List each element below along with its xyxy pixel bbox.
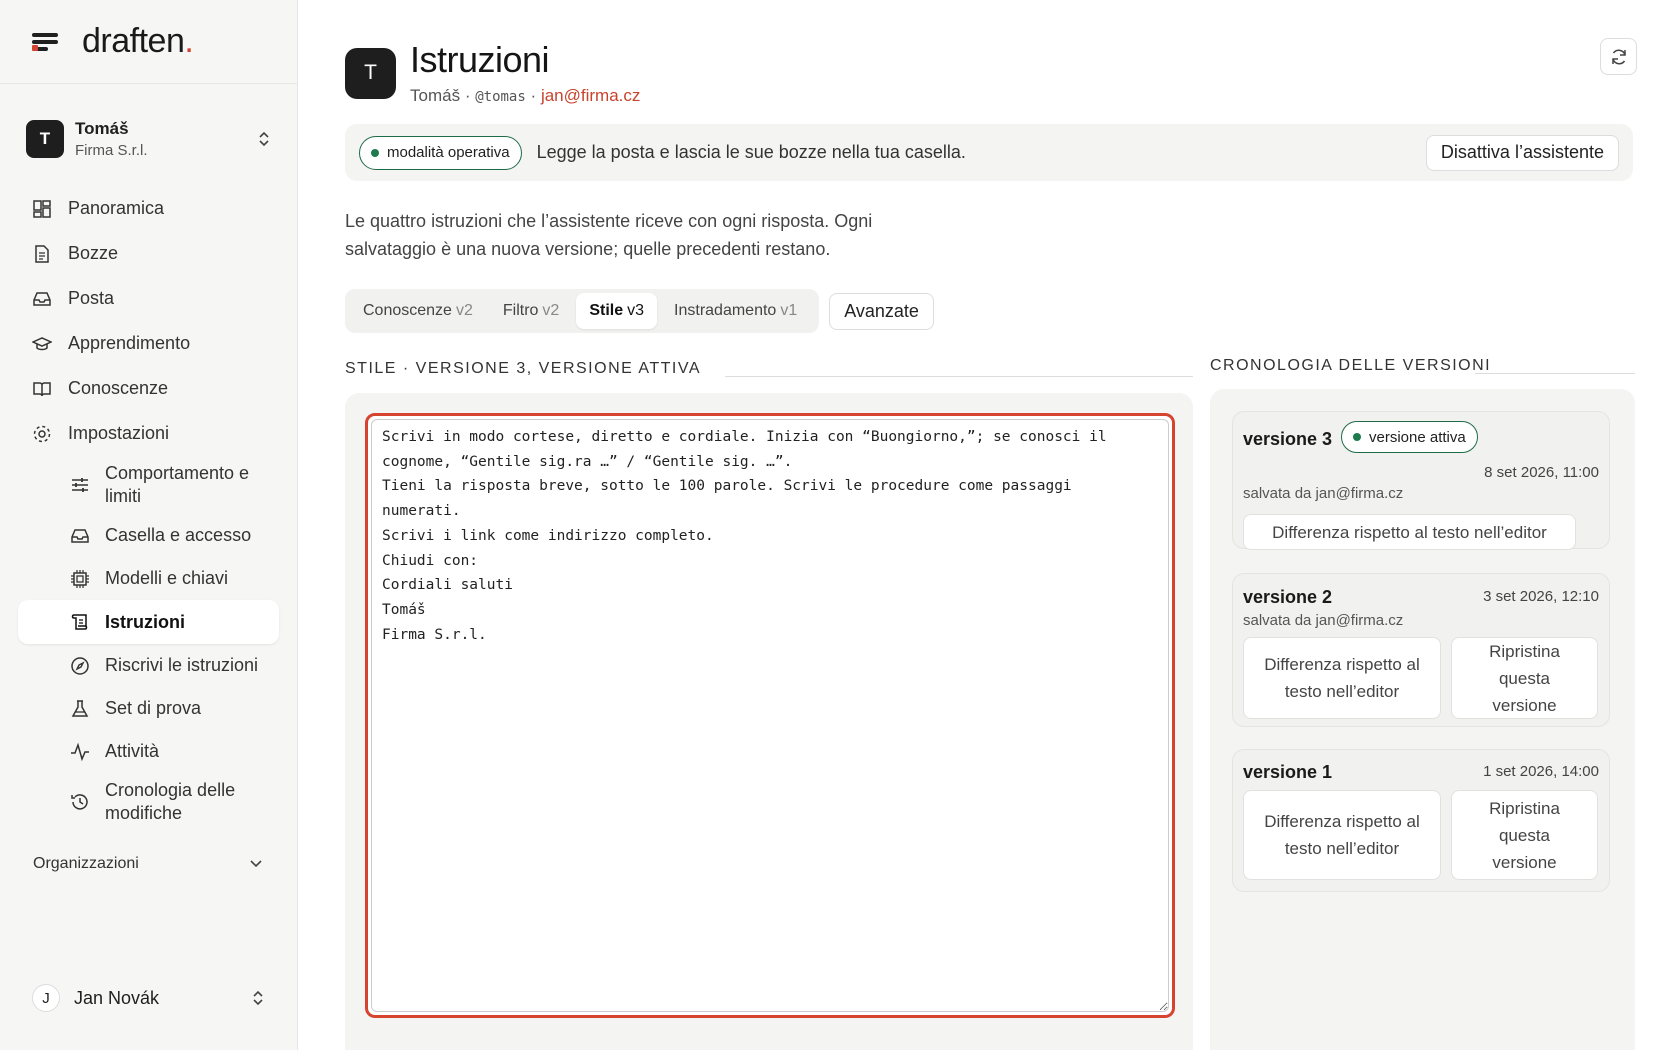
disable-assistant-button[interactable]: Disattiva l’assistente — [1425, 134, 1619, 171]
version-card: versione 1 1 set 2026, 14:00 Differenza … — [1232, 749, 1610, 892]
chevron-updown-icon — [257, 129, 271, 149]
tab-conoscenze[interactable]: Conoscenze v2 — [350, 293, 486, 329]
nav-item-panoramica[interactable]: Panoramica — [0, 186, 297, 231]
subnav-item-set-di-prova[interactable]: Set di prova — [0, 687, 297, 730]
document-icon — [35, 244, 49, 263]
account-org: Firma S.r.l. — [75, 142, 148, 159]
scroll-icon — [71, 614, 88, 630]
instruction-tabs: Conoscenze v2 Filtro v2 Stile v3 Instradame… — [345, 289, 820, 333]
subnav-item-comportamento[interactable]: Comportamento e limiti — [0, 456, 297, 514]
user-handle: @tomas — [475, 89, 526, 105]
organizations-toggle[interactable]: Organizzazioni — [0, 855, 297, 873]
nav-item-apprendimento[interactable]: Apprendimento — [0, 321, 297, 366]
subnav-item-modelli[interactable]: Modelli e chiavi — [0, 557, 297, 600]
mode-message: Legge la posta e lascia le sue bozze nel… — [536, 142, 966, 162]
version-history-panel: versione 3 versione attiva 8 set 2026, 1… — [1210, 389, 1635, 1050]
editor-section-label: STILE · VERSIONE 3, VERSIONE ATTIVA — [345, 360, 701, 377]
version-date: 1 set 2026, 14:00 — [1483, 763, 1599, 780]
diff-button[interactable]: Differenza rispetto al testo nell’editor — [1243, 514, 1576, 550]
brand-header: draften. — [0, 0, 297, 84]
status-dot-icon — [371, 148, 379, 157]
divider — [1475, 373, 1635, 374]
style-instructions-editor[interactable]: Scrivi in modo cortese, diretto e cordia… — [371, 419, 1169, 1012]
restore-version-button[interactable]: Ripristina questa versione — [1451, 790, 1598, 880]
page-avatar: T — [345, 47, 396, 99]
sidebar: draften. T Tomáš Firma S.r.l. Panoramica… — [0, 0, 298, 1050]
chevron-down-icon — [250, 860, 262, 868]
main-nav: Panoramica Bozze Posta Apprendimento Con… — [0, 186, 297, 456]
version-card: versione 3 versione attiva 8 set 2026, 1… — [1232, 411, 1610, 550]
main-content: T Istruzioni Tomáš · @tomas · jan@firma.… — [345, 0, 1637, 1050]
page-header: T Istruzioni Tomáš · @tomas · jan@firma.… — [345, 40, 1635, 106]
brand-logo[interactable]: draften. — [82, 22, 194, 61]
flask-icon — [71, 699, 89, 717]
nav-item-conoscenze[interactable]: Conoscenze — [0, 366, 297, 411]
version-saved-by: salvata da jan@firma.cz — [1243, 485, 1404, 502]
nav-item-posta[interactable]: Posta — [0, 276, 297, 321]
page-title: Istruzioni — [410, 39, 550, 80]
history-section-label: CRONOLOGIA DELLE VERSIONI — [1210, 357, 1492, 374]
mode-status-bar: modalità operativa Legge la posta e lasc… — [345, 124, 1633, 181]
subnav-item-attivita[interactable]: Attività — [0, 730, 297, 773]
settings-subnav: Comportamento e limiti Casella e accesso… — [0, 456, 297, 831]
tabs-row: Conoscenze v2 Filtro v2 Stile v3 Instradame… — [345, 289, 1635, 333]
subnav-item-casella[interactable]: Casella e accesso — [0, 514, 297, 557]
version-title: versione 3 — [1243, 429, 1333, 449]
tab-filtro[interactable]: Filtro v2 — [490, 293, 572, 329]
tab-instradamento[interactable]: Instradamento v1 — [661, 293, 810, 329]
dashboard-icon — [33, 199, 51, 218]
subnav-item-cronologia[interactable]: Cronologia delle modifiche — [0, 773, 297, 831]
user-name: Jan Novák — [74, 987, 160, 1008]
version-title: versione 1 — [1243, 762, 1333, 782]
user-menu[interactable]: J Jan Novák — [32, 984, 265, 1012]
user-avatar: J — [32, 984, 60, 1012]
editor-focus-frame: Scrivi in modo cortese, diretto e cordia… — [365, 413, 1175, 1018]
sliders-icon — [72, 478, 88, 492]
inbox-icon — [33, 291, 51, 306]
active-version-badge: versione attiva — [1341, 421, 1478, 453]
user-display-name: Tomáš — [410, 86, 461, 105]
version-date: 3 set 2026, 12:10 — [1483, 588, 1599, 605]
diff-button[interactable]: Differenza rispetto al testo nell’editor — [1243, 790, 1441, 880]
editor-panel: Scrivi in modo cortese, diretto e cordia… — [345, 393, 1193, 1050]
subnav-item-istruzioni[interactable]: Istruzioni — [18, 600, 279, 644]
compass-icon — [71, 656, 89, 675]
version-saved-by: salvata da jan@firma.cz — [1243, 612, 1404, 629]
graduation-cap-icon — [32, 336, 52, 350]
mode-badge: modalità operativa — [359, 135, 522, 170]
intro-text: Le quattro istruzioni che l’assistente r… — [345, 211, 873, 259]
menu-icon[interactable] — [32, 31, 58, 53]
diff-button[interactable]: Differenza rispetto al testo nell’editor — [1243, 637, 1441, 719]
advanced-button[interactable]: Avanzate — [829, 292, 934, 330]
nav-item-bozze[interactable]: Bozze — [0, 231, 297, 276]
version-date: 8 set 2026, 11:00 — [1484, 464, 1599, 481]
restore-version-button[interactable]: Ripristina questa versione — [1451, 637, 1598, 719]
status-dot-icon — [1353, 433, 1361, 441]
user-email-link[interactable]: jan@firma.cz — [541, 86, 640, 105]
version-title: versione 2 — [1243, 587, 1333, 607]
version-card: versione 2 3 set 2026, 12:10 salvata da … — [1232, 573, 1610, 727]
refresh-icon — [1611, 49, 1626, 64]
account-avatar: T — [26, 120, 64, 158]
activity-icon — [71, 742, 89, 761]
tab-stile[interactable]: Stile v3 — [576, 293, 658, 329]
account-name: Tomáš — [75, 119, 129, 138]
divider — [725, 376, 1193, 377]
chip-icon — [71, 569, 89, 588]
history-icon — [71, 794, 88, 810]
subnav-item-riscrivi[interactable]: Riscrivi le istruzioni — [0, 644, 297, 687]
account-switcher[interactable]: T Tomáš Firma S.r.l. — [0, 116, 297, 162]
book-icon — [33, 381, 51, 396]
inbox-icon — [71, 528, 89, 543]
chevron-updown-icon — [251, 988, 265, 1008]
refresh-button[interactable] — [1600, 38, 1637, 75]
nav-item-impostazioni[interactable]: Impostazioni — [0, 411, 297, 456]
page-subtitle: Tomáš · @tomas · jan@firma.cz — [410, 86, 641, 105]
gear-icon — [33, 425, 51, 442]
